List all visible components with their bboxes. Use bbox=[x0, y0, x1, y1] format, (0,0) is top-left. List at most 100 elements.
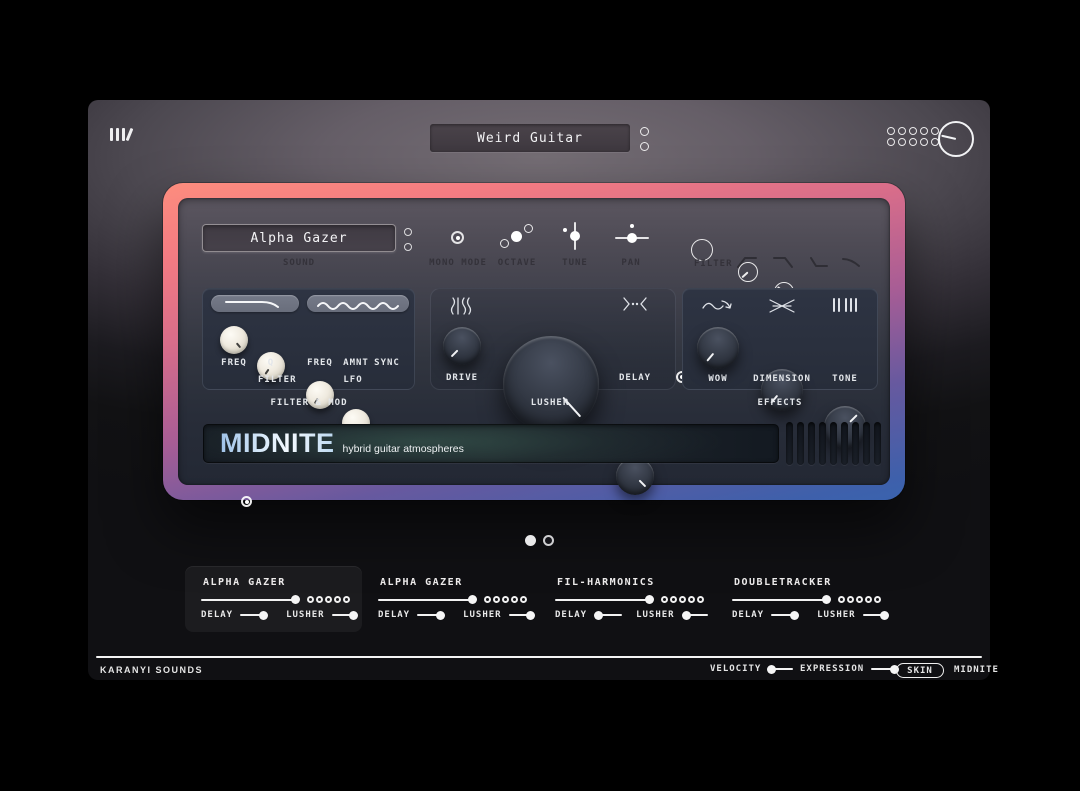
grid-dot[interactable] bbox=[898, 138, 906, 146]
wow-knob[interactable] bbox=[697, 327, 739, 369]
filter-mod-panel: FREQ Q FREQ AMNT SYNC FILTER LFO bbox=[202, 288, 415, 390]
lowpass-shape-icon bbox=[220, 298, 290, 310]
card-lusher-label: LUSHER bbox=[817, 610, 856, 620]
lowpass-curve-icon[interactable] bbox=[772, 255, 794, 269]
tilt-curve-icon[interactable] bbox=[841, 255, 861, 269]
sound-next-button[interactable] bbox=[404, 228, 412, 236]
tone-icon bbox=[831, 296, 861, 314]
grid-dot[interactable] bbox=[898, 127, 906, 135]
preset-prev-button[interactable] bbox=[640, 142, 649, 151]
card-main-slider[interactable] bbox=[732, 595, 881, 604]
wow-icon bbox=[701, 297, 735, 315]
preset-card-doubletracker[interactable]: DOUBLETRACKER DELAY LUSHER bbox=[716, 566, 893, 632]
page-dot-active[interactable] bbox=[525, 535, 536, 546]
filter-shape-button[interactable] bbox=[211, 295, 299, 312]
lusher-section-label: LUSHER bbox=[500, 398, 600, 408]
card-delay-label: DELAY bbox=[201, 610, 233, 620]
filter-mod-section-label: FILTER & MOD bbox=[239, 398, 379, 408]
card-title: ALPHA GAZER bbox=[203, 577, 286, 588]
device-panel: Alpha Gazer SOUND MONO MODE OCTAVE TUNE bbox=[178, 198, 890, 485]
grid-dot[interactable] bbox=[909, 127, 917, 135]
card-title: ALPHA GAZER bbox=[380, 577, 463, 588]
lfo-section-label: LFO bbox=[333, 375, 373, 385]
grid-dot[interactable] bbox=[887, 127, 895, 135]
delay-label: DELAY bbox=[611, 373, 659, 383]
tune-slider[interactable] bbox=[560, 222, 590, 252]
filter-section-toggle[interactable] bbox=[241, 496, 252, 507]
grid-dot[interactable] bbox=[887, 138, 895, 146]
footer-divider bbox=[96, 656, 982, 658]
filter-freq-label: FREQ bbox=[214, 358, 254, 368]
product-banner: MIDNITE hybrid guitar atmospheres bbox=[203, 424, 779, 463]
preset-card-alpha-gazer-2[interactable]: ALPHA GAZER DELAY LUSHER bbox=[362, 566, 539, 632]
highpass-curve-icon[interactable] bbox=[736, 255, 758, 269]
filter-freq-knob[interactable] bbox=[220, 326, 248, 354]
brand-logo-icon bbox=[110, 128, 131, 146]
dimension-icon bbox=[767, 297, 797, 315]
delay-icon bbox=[621, 294, 649, 314]
brand-name: KARANYI SOUNDS bbox=[100, 665, 203, 675]
sound-prev-button[interactable] bbox=[404, 243, 412, 251]
grid-dot[interactable] bbox=[920, 138, 928, 146]
lusher-zone: DRIVE DELAY bbox=[430, 288, 676, 390]
lfo-sync-label: SYNC bbox=[367, 358, 407, 368]
pan-label: PAN bbox=[591, 258, 671, 268]
lusher-knob[interactable] bbox=[503, 336, 599, 432]
card-main-slider[interactable] bbox=[555, 595, 704, 604]
card-lusher-label: LUSHER bbox=[463, 610, 502, 620]
grid-dot[interactable] bbox=[920, 127, 928, 135]
filter-q-label: Q bbox=[251, 358, 291, 368]
octave-control[interactable] bbox=[496, 222, 536, 250]
preset-card-fil-harmonics[interactable]: FIL-HARMONICS DELAY LUSHER bbox=[539, 566, 716, 632]
grid-dot[interactable] bbox=[909, 138, 917, 146]
sound-display[interactable]: Alpha Gazer bbox=[202, 224, 396, 252]
velocity-control: VELOCITY bbox=[710, 664, 793, 674]
dimension-label: DIMENSION bbox=[742, 374, 822, 384]
sine-wave-icon bbox=[315, 298, 401, 310]
skin-button[interactable]: SKIN bbox=[896, 663, 944, 678]
card-lusher-label: LUSHER bbox=[636, 610, 675, 620]
vent-grill bbox=[786, 422, 881, 465]
effects-section-label: EFFECTS bbox=[710, 398, 850, 408]
tone-label: TONE bbox=[821, 374, 869, 384]
preset-display[interactable]: Weird Guitar bbox=[430, 124, 630, 152]
drive-icon bbox=[449, 295, 475, 317]
lfo-shape-button[interactable] bbox=[307, 295, 409, 312]
drive-knob[interactable] bbox=[443, 327, 481, 365]
card-main-slider[interactable] bbox=[378, 595, 527, 604]
card-delay-label: DELAY bbox=[555, 610, 587, 620]
card-main-slider[interactable] bbox=[201, 595, 350, 604]
skin-button-label: SKIN bbox=[907, 666, 933, 676]
filter-section-label: FILTER bbox=[258, 375, 308, 385]
card-title: DOUBLETRACKER bbox=[734, 577, 832, 588]
product-name-footer: MIDNITE bbox=[954, 665, 999, 675]
plugin-window: Weird Guitar Alpha Gazer SOUND MONO MODE… bbox=[88, 100, 990, 680]
filter-type-knob-off[interactable] bbox=[691, 239, 713, 261]
output-grid-icon bbox=[887, 127, 939, 146]
product-tagline: hybrid guitar atmospheres bbox=[343, 443, 464, 455]
lfo-freq-label: FREQ bbox=[300, 358, 340, 368]
velocity-label: VELOCITY bbox=[710, 664, 761, 674]
effects-panel: WOW DIMENSION TONE bbox=[682, 288, 878, 390]
drive-label: DRIVE bbox=[438, 373, 486, 383]
card-delay-label: DELAY bbox=[378, 610, 410, 620]
page-indicator bbox=[525, 535, 554, 546]
wow-label: WOW bbox=[694, 374, 742, 384]
product-title: MIDNITE bbox=[220, 430, 335, 457]
pan-slider[interactable] bbox=[615, 222, 649, 252]
page-dot-inactive[interactable] bbox=[543, 535, 554, 546]
mono-mode-toggle[interactable] bbox=[451, 231, 464, 244]
preset-card-alpha-gazer-1[interactable]: ALPHA GAZER DELAY LUSHER bbox=[185, 566, 362, 632]
sound-label: SOUND bbox=[202, 258, 396, 268]
sound-name: Alpha Gazer bbox=[250, 231, 347, 246]
preset-name: Weird Guitar bbox=[477, 131, 583, 146]
card-delay-label: DELAY bbox=[732, 610, 764, 620]
lowshelf-curve-icon[interactable] bbox=[809, 255, 829, 269]
card-title: FIL-HARMONICS bbox=[557, 577, 655, 588]
expression-control: EXPRESSION bbox=[800, 664, 899, 674]
master-volume-knob[interactable] bbox=[938, 121, 974, 157]
card-lusher-label: LUSHER bbox=[286, 610, 325, 620]
expression-label: EXPRESSION bbox=[800, 664, 864, 674]
preset-next-button[interactable] bbox=[640, 127, 649, 136]
device-frame: Alpha Gazer SOUND MONO MODE OCTAVE TUNE bbox=[163, 183, 905, 500]
